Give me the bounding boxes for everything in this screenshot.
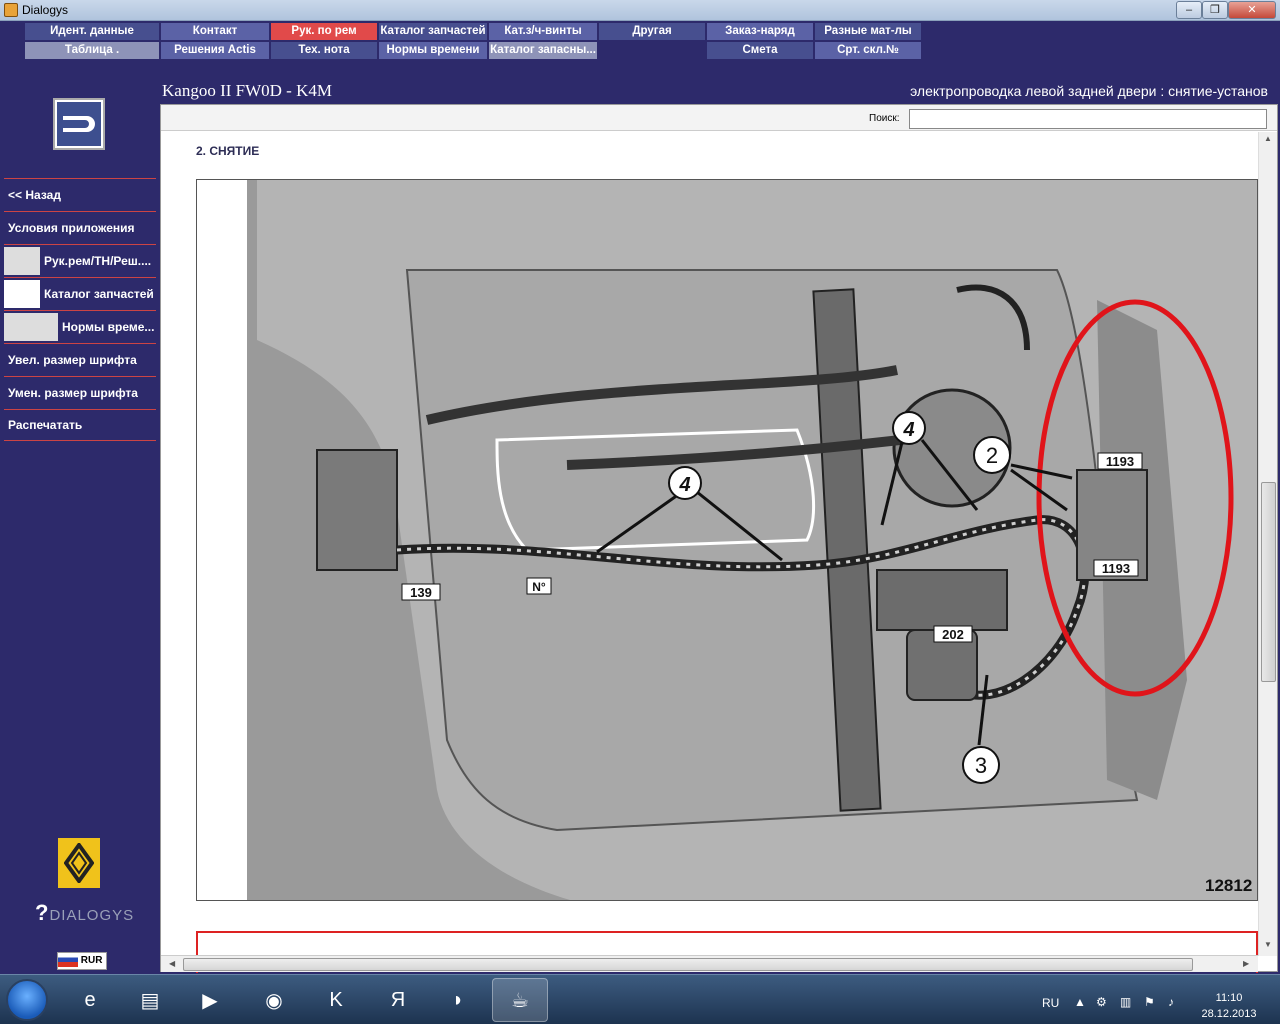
search-label: Поиск: — [869, 113, 900, 124]
tab-actis-solutions[interactable]: Решения Actis — [161, 42, 269, 59]
flag-tray-icon[interactable]: ⚑ — [1144, 995, 1155, 1009]
callout-4b: 4 — [902, 419, 914, 441]
tab-contact[interactable]: Контакт — [161, 23, 269, 40]
search-input[interactable] — [909, 109, 1267, 129]
parts-catalog-label: Каталог запчастей — [44, 286, 154, 301]
tools-icon — [4, 246, 40, 275]
ie-icon[interactable]: e — [62, 978, 118, 1022]
label-number: N° — [532, 580, 546, 594]
label-1193-top: 1193 — [1106, 454, 1134, 469]
parts-catalog-link[interactable]: Каталог запчастей — [4, 277, 156, 309]
volume-icon[interactable]: ♪ — [1168, 995, 1174, 1009]
question-icon: ? — [35, 900, 50, 925]
clock-date: 28.12.2013 — [1201, 1008, 1257, 1020]
document-panel: Поиск: 2. СНЯТИЕ 4 4 2 3 139 N° 202 1193… — [160, 104, 1278, 973]
label-1193-bottom: 1193 — [1102, 561, 1130, 576]
vertical-scroll-thumb[interactable] — [1261, 482, 1276, 682]
document-title: электропроводка левой задней двери : сня… — [910, 83, 1268, 99]
tab-ident-data[interactable]: Идент. данные — [25, 23, 159, 40]
flag-icon — [58, 953, 78, 968]
search-bar: Поиск: — [161, 105, 1277, 131]
java-app-icon[interactable]: ☕ — [492, 978, 548, 1022]
tab-other[interactable]: Другая — [599, 23, 705, 40]
tab-estimate[interactable]: Смета — [707, 42, 813, 59]
language-indicator[interactable]: RU — [1042, 996, 1059, 1010]
window-titlebar: Dialogys – ❐ ✕ — [0, 0, 1280, 21]
scroll-right-icon[interactable]: ▶ — [1243, 959, 1249, 968]
wrench-icon — [4, 279, 40, 308]
tab-misc-materials[interactable]: Разные мат-лы — [815, 23, 921, 40]
scroll-down-icon[interactable]: ▼ — [1264, 940, 1272, 949]
vehicle-model: Kangoo II FW0D - K4M — [162, 81, 332, 100]
sidebar: << Назад Условия приложения Рук.рем/ТН/Р… — [0, 62, 160, 974]
tab-time-norms[interactable]: Нормы времени — [379, 42, 487, 59]
decrease-font-link[interactable]: Умен. размер шрифта — [4, 376, 156, 408]
media-player-icon[interactable]: ▶ — [182, 978, 238, 1022]
time-norms-link[interactable]: Нормы време... — [4, 310, 156, 342]
stopwatch-icon — [4, 312, 58, 341]
repair-manual-link[interactable]: Рук.рем/ТН/Реш.... — [4, 244, 156, 276]
back-link[interactable]: << Назад — [4, 178, 156, 210]
taskbar: e ▤ ▶ ◉ K Я ◗ ☕ RU ▲ ⚙ ▥ ⚑ ♪ 11:10 28.12… — [0, 974, 1280, 1024]
currency-label: RUR — [80, 955, 103, 966]
callout-3: 3 — [975, 753, 987, 778]
audio-icon[interactable]: ◗ — [430, 978, 486, 1022]
tab-parts-screws[interactable]: Кат.з/ч-винты — [489, 23, 597, 40]
figure-ref-number: 12812 — [1205, 876, 1252, 895]
tray-arrow-icon[interactable]: ▲ — [1074, 995, 1086, 1009]
door-wiring-illustration: 4 4 2 3 139 N° 202 1193 1193 12812 — [197, 180, 1257, 900]
vertical-scrollbar[interactable]: ▲ ▼ — [1258, 132, 1277, 956]
door-wiring-figure: 4 4 2 3 139 N° 202 1193 1193 12812 — [196, 179, 1258, 901]
dialogys-logo: ?DIALOGYS — [35, 900, 134, 926]
start-button[interactable] — [6, 979, 48, 1021]
tab-parts-catalog[interactable]: Каталог запчастей — [379, 23, 487, 40]
label-202: 202 — [942, 627, 964, 642]
system-clock[interactable]: 11:10 28.12.2013 — [1196, 990, 1262, 1022]
increase-font-link[interactable]: Увел. размер шрифта — [4, 343, 156, 375]
currency-button[interactable]: RUR — [57, 952, 107, 970]
horizontal-scrollbar[interactable]: ◀ ▶ — [161, 955, 1258, 972]
clock-time: 11:10 — [1215, 992, 1243, 1004]
doc-header: Kangoo II FW0D - K4M электропроводка лев… — [160, 78, 1280, 104]
window-title: Dialogys — [22, 3, 69, 17]
explorer-icon[interactable]: ▤ — [122, 978, 178, 1022]
app-icon — [4, 3, 18, 17]
scroll-left-icon[interactable]: ◀ — [169, 959, 175, 968]
app-conditions-link[interactable]: Условия приложения — [4, 211, 156, 243]
tab-table[interactable]: Таблица . — [25, 42, 159, 59]
chrome-icon[interactable]: ◉ — [246, 978, 302, 1022]
kaspersky-icon[interactable]: K — [308, 978, 364, 1022]
maximize-button[interactable]: ❐ — [1202, 1, 1228, 19]
minimize-button[interactable]: – — [1176, 1, 1202, 19]
wrench-logo-icon — [53, 98, 105, 150]
time-norms-label: Нормы време... — [62, 319, 155, 334]
tab-work-order[interactable]: Заказ-наряд — [707, 23, 813, 40]
repair-manual-label: Рук.рем/ТН/Реш.... — [44, 253, 152, 268]
label-139: 139 — [410, 585, 432, 600]
network-icon[interactable]: ▥ — [1120, 995, 1131, 1009]
tab-spare-parts-catalog[interactable]: Каталог запасны... — [489, 42, 597, 59]
close-button[interactable]: ✕ — [1228, 1, 1276, 19]
renault-logo-icon — [58, 838, 100, 888]
steam-icon[interactable]: ⚙ — [1096, 995, 1107, 1009]
print-link[interactable]: Распечатать — [4, 409, 156, 441]
callout-2: 2 — [986, 443, 998, 468]
callout-4a: 4 — [678, 474, 690, 496]
scroll-up-icon[interactable]: ▲ — [1264, 134, 1272, 143]
yandex-icon[interactable]: Я — [370, 978, 426, 1022]
brand-text: DIALOGYS — [49, 907, 135, 924]
section-title: 2. СНЯТИЕ — [196, 144, 260, 158]
tab-repair-manual[interactable]: Рук. по рем — [271, 23, 377, 40]
tab-tech-note[interactable]: Тех. нота — [271, 42, 377, 59]
tab-warehouse-no[interactable]: Срт. скл.№ — [815, 42, 921, 59]
horizontal-scroll-thumb[interactable] — [183, 958, 1193, 971]
